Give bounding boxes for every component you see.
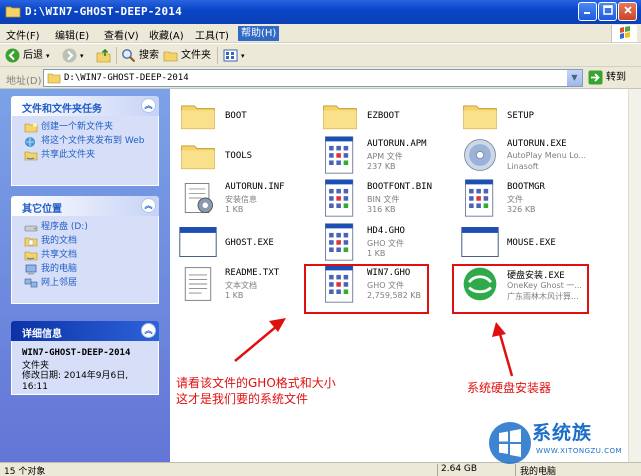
go-button[interactable]: 转到 bbox=[588, 69, 626, 87]
chevron-down-icon: ▼ bbox=[571, 73, 578, 82]
drive-icon bbox=[24, 225, 38, 232]
search-icon bbox=[122, 48, 136, 62]
menu-file[interactable]: 文件(F) bbox=[6, 27, 40, 42]
details-panel: 详细信息 ︽ WIN7-GHOST-DEEP-2014 文件夹 修改日期: 20… bbox=[11, 321, 159, 395]
folders-button[interactable]: 文件夹 bbox=[163, 47, 211, 64]
other-places-title: 其它位置 bbox=[22, 204, 62, 215]
folders-label: 文件夹 bbox=[181, 50, 211, 61]
window-title: D:\WIN7-GHOST-DEEP-2014 bbox=[25, 5, 182, 18]
annotation-installer-note: 系统硬盘安装器 bbox=[467, 381, 552, 395]
my-computer-icon bbox=[25, 264, 37, 275]
collapse-chevron-icon[interactable]: ︽ bbox=[141, 198, 156, 213]
menu-view[interactable]: 查看(V) bbox=[104, 27, 139, 42]
address-value: D:\WIN7-GHOST-DEEP-2014 bbox=[64, 73, 189, 83]
close-button[interactable] bbox=[618, 2, 637, 21]
network-places-icon bbox=[24, 278, 38, 288]
forward-button[interactable]: ▾ bbox=[62, 47, 84, 64]
task-share-folder[interactable]: 共享此文件夹 bbox=[24, 150, 150, 161]
place-my-documents[interactable]: 我的文档 bbox=[24, 236, 150, 247]
file-tasks-panel: 文件和文件夹任务 ︽ 创建一个新文件夹 将这个文件夹发布到 Web 共享此文件夹 bbox=[11, 96, 159, 186]
watermark-url: WWW.XITONGZU.COM bbox=[536, 447, 623, 455]
other-places-header[interactable]: 其它位置 ︽ bbox=[11, 196, 159, 216]
title-bar[interactable]: D:\WIN7-GHOST-DEEP-2014 bbox=[0, 0, 641, 24]
search-label: 搜索 bbox=[139, 50, 159, 61]
forward-arrow-icon bbox=[62, 48, 77, 62]
windows-flag-icon bbox=[620, 26, 630, 39]
file-tasks-header[interactable]: 文件和文件夹任务 ︽ bbox=[11, 96, 159, 116]
views-button[interactable]: ▾ bbox=[223, 47, 245, 64]
place-drive-d[interactable]: 程序盘 (D:) bbox=[24, 222, 150, 233]
collapse-chevron-icon[interactable]: ︽ bbox=[141, 323, 156, 338]
views-icon bbox=[223, 49, 238, 61]
menu-edit[interactable]: 编辑(E) bbox=[55, 27, 89, 42]
arrow-to-gho-icon bbox=[234, 318, 286, 362]
folders-icon bbox=[163, 51, 178, 61]
place-network[interactable]: 网上邻居 bbox=[24, 278, 150, 289]
address-bar: 地址(D) D:\WIN7-GHOST-DEEP-2014 ▼ 转到 bbox=[0, 67, 641, 89]
details-header[interactable]: 详细信息 ︽ bbox=[11, 321, 159, 341]
up-folder-icon bbox=[96, 48, 111, 62]
address-dropdown-button[interactable]: ▼ bbox=[566, 70, 582, 86]
share-folder-icon bbox=[24, 151, 38, 161]
address-input[interactable]: D:\WIN7-GHOST-DEEP-2014 ▼ bbox=[43, 69, 583, 87]
details-title: 详细信息 bbox=[22, 329, 62, 340]
go-arrow-icon bbox=[588, 70, 603, 84]
menu-help[interactable]: 帮助(H) bbox=[238, 26, 280, 41]
file-tasks-title: 文件和文件夹任务 bbox=[22, 104, 102, 115]
minimize-icon bbox=[583, 12, 590, 14]
other-places-panel: 其它位置 ︽ 程序盘 (D:) 我的文档 共享文档 我的电脑 网上邻居 bbox=[11, 196, 159, 304]
task-pane: 文件和文件夹任务 ︽ 创建一个新文件夹 将这个文件夹发布到 Web 共享此文件夹… bbox=[0, 89, 170, 462]
task-new-folder[interactable]: 创建一个新文件夹 bbox=[24, 122, 150, 133]
details-type: 文件夹 bbox=[22, 361, 50, 371]
maximize-icon bbox=[602, 5, 613, 15]
windows-logo bbox=[611, 25, 637, 42]
details-modified: 修改日期: 2014年9月6日, 16:11 bbox=[22, 371, 129, 392]
arrow-to-installer-icon bbox=[492, 322, 514, 377]
status-object-count: 15 个对象 bbox=[4, 467, 46, 476]
status-total-size: 2.64 GB bbox=[441, 464, 478, 474]
back-label: 后退 bbox=[23, 50, 43, 61]
maximize-button[interactable] bbox=[598, 2, 617, 21]
watermark-brand: 系统族 bbox=[532, 422, 593, 444]
address-label: 地址(D) bbox=[6, 76, 42, 87]
minimize-button[interactable] bbox=[578, 2, 597, 21]
annotation-gho-note: 请看该文件的GHO格式和大小 这才是我们要的系统文件 bbox=[176, 376, 336, 406]
menu-favorites[interactable]: 收藏(A) bbox=[149, 27, 184, 42]
shared-documents-icon bbox=[24, 251, 38, 261]
toolbar: 后退 ▾ ▾ 搜索 文件夹 ▾ bbox=[0, 44, 641, 67]
my-documents-icon bbox=[24, 237, 38, 247]
go-label: 转到 bbox=[606, 72, 626, 83]
menu-tools[interactable]: 工具(T) bbox=[195, 27, 229, 42]
windows-logo-icon bbox=[489, 422, 531, 464]
back-arrow-icon bbox=[5, 48, 20, 62]
place-my-computer[interactable]: 我的电脑 bbox=[24, 264, 150, 275]
folder-icon bbox=[5, 6, 21, 18]
search-button[interactable]: 搜索 bbox=[121, 47, 159, 64]
collapse-chevron-icon[interactable]: ︽ bbox=[141, 98, 156, 113]
up-folder-button[interactable] bbox=[96, 47, 114, 64]
publish-web-icon bbox=[25, 137, 35, 147]
place-shared-documents[interactable]: 共享文档 bbox=[24, 250, 150, 261]
menu-bar: 文件(F) 编辑(E) 查看(V) 收藏(A) 工具(T) 帮助(H) bbox=[0, 24, 641, 43]
task-publish-web[interactable]: 将这个文件夹发布到 Web bbox=[24, 136, 150, 147]
back-button[interactable]: 后退 ▾ bbox=[5, 47, 50, 64]
new-folder-icon bbox=[24, 123, 38, 133]
details-name: WIN7-GHOST-DEEP-2014 bbox=[22, 348, 131, 358]
folder-icon bbox=[47, 73, 61, 84]
close-icon bbox=[623, 6, 632, 14]
site-watermark: 系统族 WWW.XITONGZU.COM bbox=[488, 403, 641, 476]
